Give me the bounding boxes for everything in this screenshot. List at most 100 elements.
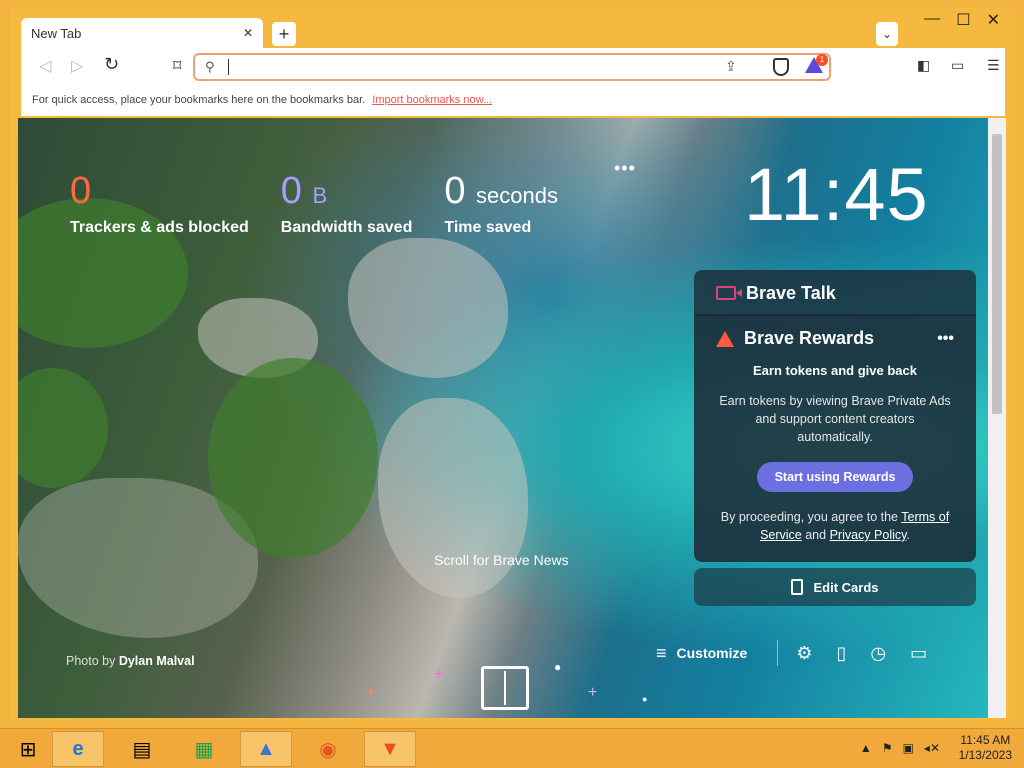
- search-icon: ⚲: [205, 59, 215, 74]
- wallet-icon[interactable]: ▭: [951, 57, 964, 74]
- brave-talk-card[interactable]: Brave Talk: [694, 270, 976, 316]
- taskbar-date: 1/13/2023: [958, 748, 1012, 762]
- sparkle-icon: +: [588, 684, 598, 701]
- history-icon[interactable]: ◷: [870, 643, 886, 664]
- internet-explorer-icon[interactable]: e: [52, 731, 104, 767]
- app-icon[interactable]: ▲: [240, 731, 292, 767]
- brave-rewards-card: Brave Rewards ••• Earn tokens and give b…: [694, 314, 976, 562]
- scrollbar-thumb[interactable]: [992, 134, 1002, 414]
- edit-cards-label: Edit Cards: [813, 579, 879, 595]
- sparkle-icon: +: [366, 684, 376, 701]
- trackers-label: Trackers & ads blocked: [70, 219, 249, 236]
- background-rock: [378, 398, 528, 598]
- taskbar-time: 11:45 AM: [960, 733, 1011, 747]
- time-value: 0: [444, 170, 466, 212]
- cards-column: Brave Talk Brave Rewards ••• Earn tokens…: [694, 270, 976, 606]
- sidebar-icon[interactable]: ◧: [917, 57, 930, 74]
- sparkle-dot-icon: ●: [642, 694, 648, 704]
- legal-suffix: .: [906, 528, 910, 542]
- rewards-tagline: Earn tokens and give back: [752, 363, 917, 378]
- time-unit: seconds: [476, 183, 558, 208]
- tab-close-icon[interactable]: ✕: [243, 26, 253, 40]
- rewards-description: Earn tokens by viewing Brave Private Ads…: [719, 394, 951, 444]
- network-icon[interactable]: ▣: [903, 741, 914, 755]
- firefox-icon[interactable]: ◉: [302, 731, 354, 767]
- system-tray: ▲ ⚑ ▣ ◂✕: [860, 741, 940, 755]
- customize-button[interactable]: Customize: [677, 645, 748, 661]
- divider: [777, 640, 779, 666]
- bookmarks-icon[interactable]: ▯: [836, 643, 846, 664]
- privacy-stats: 0 Trackers & ads blocked 0 B Bandwidth s…: [70, 170, 558, 237]
- background-foliage: [18, 368, 108, 488]
- brave-shields-icon[interactable]: [773, 58, 789, 76]
- windows-taskbar: ⊞ e ▤ ▦ ▲ ◉ ▼ ▲ ⚑ ▣ ◂✕ 11:45 AM 1/13/202…: [0, 728, 1024, 768]
- back-button[interactable]: ◁: [39, 56, 51, 76]
- legal-and: and: [805, 528, 827, 542]
- photo-credit-prefix: Photo by: [66, 654, 116, 668]
- browser-window: New Tab ✕ + ⌄ — ☐ ✕ ◁ ▷ ↻ ⌑ ⚲ ⇪ 1 ◧ ▭ ☰ …: [10, 8, 1016, 720]
- rewards-more-icon[interactable]: •••: [937, 330, 954, 348]
- edit-cards-button[interactable]: Edit Cards: [694, 568, 976, 606]
- photo-credit-author[interactable]: Dylan Malval: [119, 654, 195, 668]
- trackers-stat: 0 Trackers & ads blocked: [70, 170, 249, 237]
- volume-muted-icon[interactable]: ◂✕: [924, 741, 940, 755]
- sparkle-icon: +: [434, 666, 444, 683]
- time-label: Time saved: [444, 219, 532, 236]
- legal-prefix: By proceeding, you agree to the: [720, 510, 899, 524]
- bandwidth-label: Bandwidth saved: [280, 219, 413, 236]
- rewards-badge: 1: [816, 54, 828, 66]
- reload-button[interactable]: ↻: [104, 54, 119, 75]
- bandwidth-stat: 0 B Bandwidth saved: [281, 170, 413, 237]
- rewards-legal: By proceeding, you agree to the Terms of…: [716, 508, 954, 544]
- window-controls: — ☐ ✕: [924, 10, 1000, 30]
- scroll-for-news: Scroll for Brave News: [434, 552, 569, 568]
- privacy-policy-link[interactable]: Privacy Policy: [830, 528, 907, 542]
- brave-talk-icon[interactable]: ▭: [910, 643, 927, 664]
- minimize-button[interactable]: —: [924, 10, 940, 30]
- trackers-value: 0: [70, 170, 92, 212]
- bandwidth-unit: B: [312, 183, 328, 208]
- customize-icon[interactable]: ≡: [656, 643, 667, 664]
- forward-button[interactable]: ▷: [71, 56, 83, 76]
- clock: 11:45: [744, 153, 929, 236]
- photo-credit: Photo by Dylan Malval: [66, 654, 195, 668]
- new-tab-page: 0 Trackers & ads blocked 0 B Bandwidth s…: [18, 118, 988, 718]
- share-icon[interactable]: ⇪: [725, 58, 737, 75]
- brave-rewards-title: Brave Rewards: [744, 328, 875, 348]
- store-icon[interactable]: ▦: [178, 731, 230, 767]
- brave-news-icon[interactable]: [481, 666, 529, 710]
- brave-icon[interactable]: ▼: [364, 731, 416, 767]
- close-window-button[interactable]: ✕: [987, 10, 1000, 30]
- tab-title: New Tab: [31, 25, 82, 41]
- maximize-button[interactable]: ☐: [956, 10, 970, 30]
- toolbar: ◁ ▷ ↻ ⌑ ⚲ ⇪ 1 ◧ ▭ ☰: [21, 48, 1005, 86]
- taskbar-clock[interactable]: 11:45 AM 1/13/2023: [959, 733, 1012, 763]
- background-rock: [348, 238, 508, 378]
- flag-icon[interactable]: ⚑: [882, 741, 893, 755]
- bottom-toolbar: ≡ Customize ⚙ ▯ ◷ ▭: [656, 640, 951, 666]
- new-tab-button[interactable]: +: [272, 22, 296, 46]
- bookmarks-bar-prompt: For quick access, place your bookmarks h…: [32, 94, 366, 106]
- settings-gear-icon[interactable]: ⚙: [796, 643, 812, 664]
- start-button-icon[interactable]: ⊞: [2, 731, 54, 767]
- bookmark-icon[interactable]: ⌑: [173, 56, 181, 76]
- show-hidden-icons-icon[interactable]: ▲: [860, 741, 872, 755]
- time-stat: 0 seconds Time saved: [444, 170, 558, 237]
- video-camera-icon: [716, 286, 742, 300]
- start-rewards-button[interactable]: Start using Rewards: [756, 462, 914, 492]
- brave-rewards-logo-icon: [716, 330, 734, 347]
- menu-icon[interactable]: ☰: [987, 57, 1000, 74]
- stats-more-icon[interactable]: •••: [614, 158, 636, 179]
- scrollbar[interactable]: [988, 118, 1006, 718]
- brave-talk-title: Brave Talk: [746, 282, 836, 303]
- text-caret: [228, 59, 229, 75]
- import-bookmarks-link[interactable]: Import bookmarks now...: [372, 94, 492, 106]
- tab-new-tab[interactable]: New Tab ✕: [21, 18, 263, 48]
- edit-cards-icon: [791, 579, 804, 595]
- background-foliage: [208, 358, 378, 558]
- address-bar[interactable]: ⚲ ⇪ 1: [193, 53, 831, 81]
- sparkle-dot-icon: ●: [554, 660, 562, 674]
- file-explorer-icon[interactable]: ▤: [116, 731, 168, 767]
- tab-strip: New Tab ✕ + ⌄ — ☐ ✕: [10, 8, 1016, 50]
- tab-search-button[interactable]: ⌄: [876, 22, 898, 46]
